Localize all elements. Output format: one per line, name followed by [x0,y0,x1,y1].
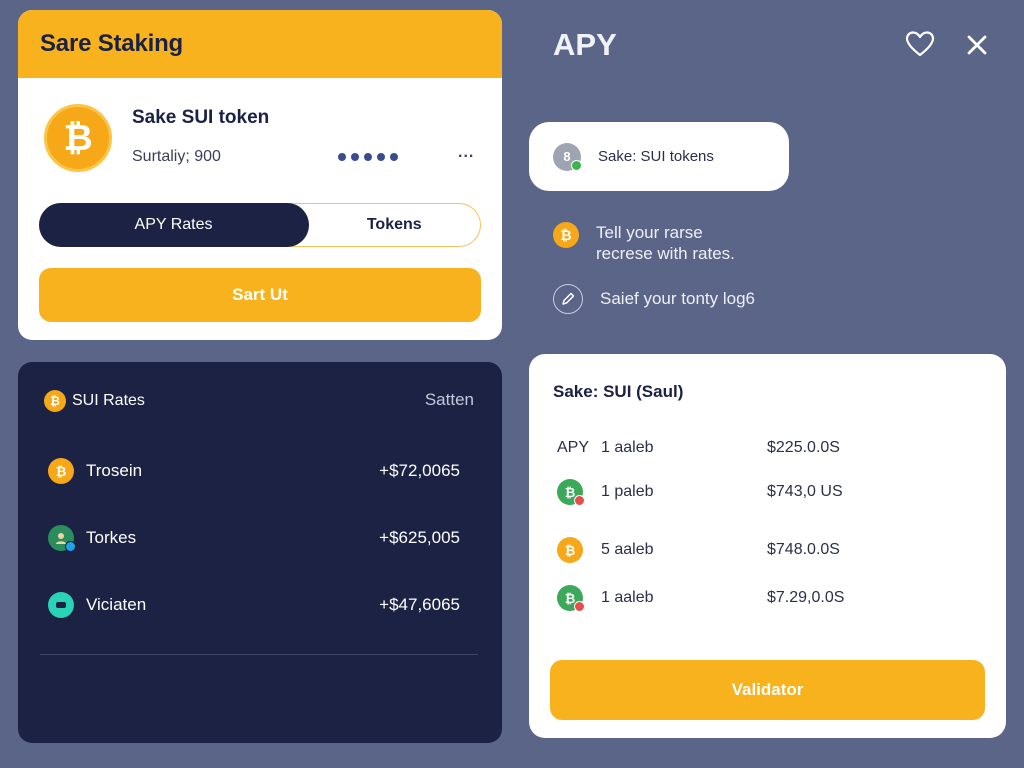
token-glyph [56,602,66,608]
rate-row[interactable]: ₿ Trosein +$72,0065 [48,456,460,486]
icon-slot: ₿ [557,585,601,612]
pill-label: Sake: SUI tokens [598,148,714,165]
avatar: 8 [553,142,582,171]
staking-card: Sare Staking ₿ Sake SUI token Surtaliy; … [18,10,502,340]
tab-apy-rates[interactable]: APY Rates [38,202,309,247]
table-row[interactable]: ₿ 1 paleb $743,0 US [557,478,977,506]
bitcoin-coin-icon: ₿ [44,104,112,172]
rate-value: +$72,0065 [379,461,460,480]
rates-title: SUI Rates [72,392,145,409]
rate-name: Viciaten [86,595,147,614]
info-rates-text: Tell your rarse recrese with rates. [596,222,735,264]
bitcoin-coin-icon: ₿ [557,537,583,563]
rate-name: Trosein [86,461,143,480]
more-options-button[interactable]: ... [458,144,474,162]
token-subtitle: Surtaliy; 900 [132,148,221,165]
validators-title: Sake: SUI (Saul) [553,382,684,401]
rates-settings-link[interactable]: Satten [425,390,474,410]
row-amount: $748.0.0S [767,541,840,558]
rate-row[interactable]: Viciaten +$47,6065 [48,590,460,620]
validators-card: Sake: SUI (Saul) APY 1 aaleb $225.0.0S ₿… [529,354,1006,738]
info-log-text: Saief your tonty log6 [600,289,755,308]
apy-title: APY [553,27,617,62]
pen-icon [553,284,583,314]
info-log-row[interactable]: Saief your tonty log6 [553,284,755,314]
row-label: 5 aaleb [601,541,654,558]
pen-glyph [562,292,575,305]
bitcoin-coin-icon: ₿ [48,458,74,484]
dot [338,153,346,161]
rates-header: ₿ SUI Rates [44,390,145,412]
row-amount: $7.29,0.0S [767,589,845,606]
tab-switcher: APY Rates Tokens [38,202,481,247]
person-glyph [56,533,66,544]
bitcoin-coin-icon: ₿ [44,390,66,412]
dot [351,153,359,161]
validator-button[interactable]: Validator [550,660,985,720]
row-amount: $225.0.0S [767,439,840,456]
info-rates-row: ₿ Tell your rarse recrese with rates. [553,222,735,264]
token-name: Sake SUI token [132,107,270,128]
row-label: 1 aaleb [601,439,654,456]
info-line: Tell your rarse [596,223,703,242]
sui-tokens-pill[interactable]: 8 Sake: SUI tokens [529,122,789,191]
token-icon [48,592,74,618]
staking-header: Sare Staking [18,10,502,78]
info-line: recrese with rates. [596,244,735,263]
row-label: 1 aaleb [601,589,654,606]
bitcoin-coin-icon: ₿ [557,585,585,612]
start-button[interactable]: Sart Ut [39,268,481,322]
icon-slot: ₿ [557,537,601,563]
rate-value: +$625,005 [379,528,460,547]
rate-name: Torkes [86,528,137,547]
heart-icon[interactable] [905,30,935,58]
pagination-dots [338,153,398,161]
dot [390,153,398,161]
divider [40,654,478,655]
staking-title: Sare Staking [40,30,183,57]
table-row[interactable]: ₿ 5 aaleb $748.0.0S [557,536,977,564]
table-row[interactable]: ₿ 1 aaleb $7.29,0.0S [557,584,977,612]
avatar-icon [48,525,76,552]
apy-column-label: APY [557,439,590,456]
rate-value: +$47,6065 [379,595,460,614]
sui-rates-card: ₿ SUI Rates Satten ₿ Trosein +$72,0065 T… [18,362,502,743]
icon-slot: ₿ [557,479,601,506]
dot [377,153,385,161]
close-icon[interactable] [963,31,991,59]
row-label: 1 paleb [601,483,654,500]
table-row[interactable]: APY 1 aaleb $225.0.0S [557,434,977,462]
bitcoin-coin-icon: ₿ [557,479,585,506]
dot [364,153,372,161]
tab-tokens[interactable]: Tokens [309,204,481,246]
row-amount: $743,0 US [767,483,843,500]
rate-row[interactable]: Torkes +$625,005 [48,523,460,553]
bitcoin-coin-icon: ₿ [553,222,579,248]
